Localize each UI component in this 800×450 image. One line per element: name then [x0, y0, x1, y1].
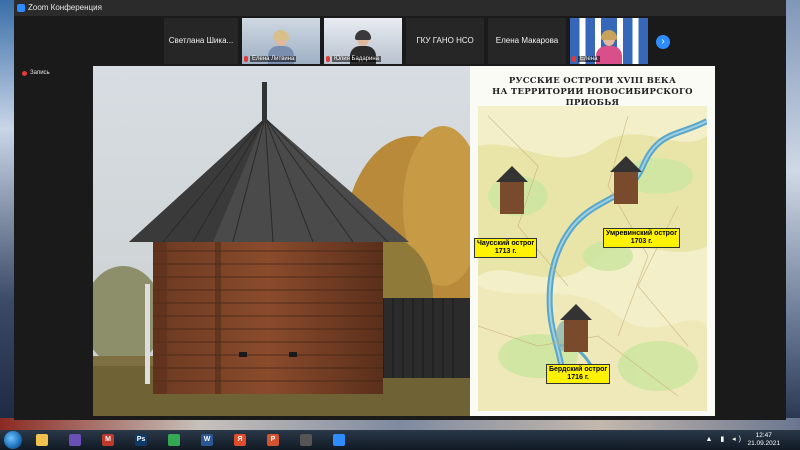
shared-screen: РУССКИЕ ОСТРОГИ XVIII ВЕКА НА ТЕРРИТОРИИ… [93, 66, 715, 416]
fort-label-berdsky: Бердский острог 1716 г. [546, 364, 611, 384]
folder-icon [36, 434, 48, 446]
recording-label: Запись [30, 70, 50, 76]
mail-icon: M [102, 434, 114, 446]
zoom-window: Zoom Конференция Светлана Шика... Елена … [14, 0, 786, 420]
taskbar-app[interactable]: Ps [129, 431, 153, 449]
screen: Zoom Конференция Светлана Шика... Елена … [0, 0, 800, 450]
participant-tile[interactable]: Елена Литвина [242, 18, 320, 64]
window-title: Zoom Конференция [28, 3, 102, 12]
word-icon: W [201, 434, 213, 446]
fort-label-chaussky: Чаусский острог 1713 г. [474, 238, 538, 258]
participant-name: Елена Макарова [495, 36, 559, 45]
taskbar-app[interactable] [63, 431, 87, 449]
chrome-icon [168, 434, 180, 446]
participant-tile[interactable]: Светлана Шика... [164, 18, 238, 64]
taskbar-app[interactable]: M [96, 431, 120, 449]
participant-tile[interactable]: ГКУ ГАНО НСО [406, 18, 484, 64]
participant-name: Елена Литвина [250, 56, 297, 62]
map-title: РУССКИЕ ОСТРОГИ XVIII ВЕКА НА ТЕРРИТОРИИ… [492, 76, 693, 108]
participant-video [596, 30, 622, 64]
window-titlebar[interactable]: Zoom Конференция [14, 0, 786, 16]
microphone-icon [300, 434, 312, 446]
participant-name: Елена [578, 56, 600, 62]
fort-label-umrevinsky: Умревинский острог 1703 г. [603, 228, 681, 248]
yandex-icon: Я [234, 434, 246, 446]
next-page-button[interactable]: › [656, 35, 670, 49]
taskbar-app[interactable] [294, 431, 318, 449]
photoshop-icon: Ps [135, 434, 147, 446]
zoom-icon [333, 434, 345, 446]
fort-tower-photo [93, 66, 470, 416]
taskbar-app[interactable] [162, 431, 186, 449]
clock-date: 21.09.2021 [747, 440, 780, 447]
participant-tile[interactable]: Елена Макарова [488, 18, 566, 64]
desktop-left-edge [0, 0, 14, 430]
muted-mic-icon [572, 56, 576, 62]
participant-tile[interactable]: Юлия Бадарина [324, 18, 402, 64]
taskbar: M Ps W Я P ▲ ▮ ◂) 12:47 21.09.2021 [0, 430, 800, 450]
media-icon [69, 434, 81, 446]
participant-tile[interactable]: Елена [570, 18, 648, 64]
fort-map-panel: РУССКИЕ ОСТРОГИ XVIII ВЕКА НА ТЕРРИТОРИИ… [470, 66, 715, 416]
taskbar-app[interactable] [327, 431, 351, 449]
participant-name: ГКУ ГАНО НСО [416, 36, 474, 45]
participant-strip: Светлана Шика... Елена Литвина Юлия Бада… [14, 16, 786, 66]
taskbar-app[interactable]: P [261, 431, 285, 449]
taskbar-app[interactable]: W [195, 431, 219, 449]
taskbar-app[interactable] [30, 431, 54, 449]
muted-mic-icon [244, 56, 248, 62]
taskbar-app[interactable]: Я [228, 431, 252, 449]
clock[interactable]: 12:47 21.09.2021 [747, 432, 780, 448]
tray-icons[interactable]: ▲ ▮ ◂) [705, 435, 744, 443]
desktop-right-edge [786, 0, 800, 430]
clock-time: 12:47 [755, 432, 772, 439]
muted-mic-icon [326, 56, 330, 62]
zoom-app-icon [17, 4, 25, 12]
participant-name: Юлия Бадарина [332, 56, 382, 62]
start-button[interactable] [4, 431, 22, 449]
powerpoint-icon: P [267, 434, 279, 446]
participant-name: Светлана Шика... [168, 36, 234, 45]
record-icon [22, 71, 27, 76]
recording-indicator: Запись [22, 70, 50, 76]
